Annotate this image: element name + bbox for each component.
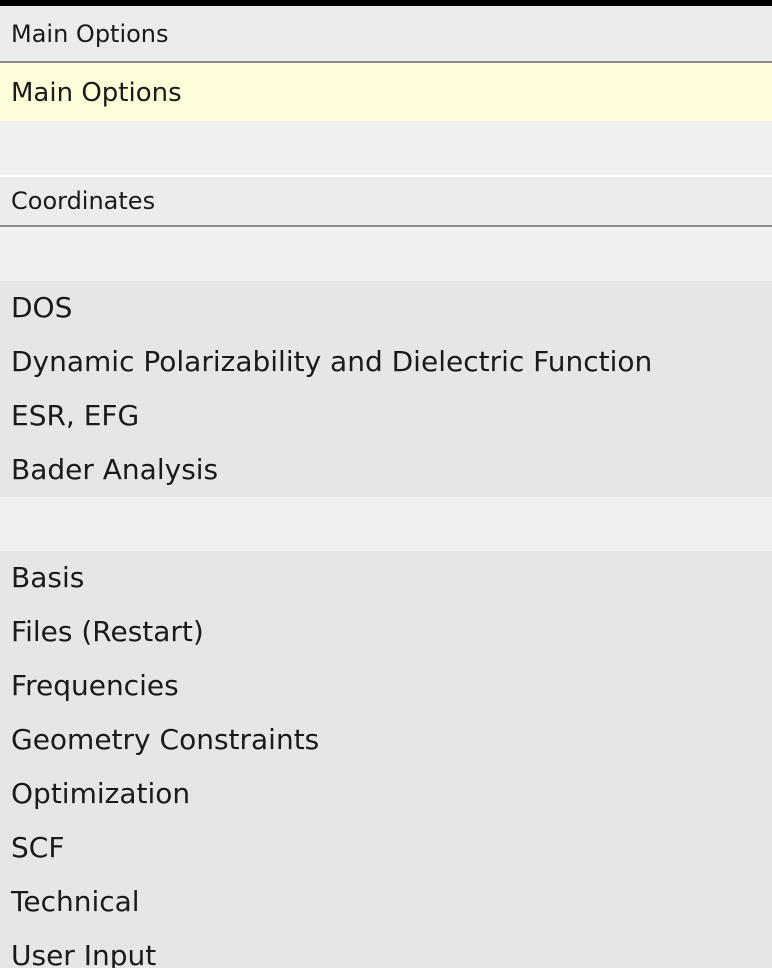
menu-item-user-input[interactable]: User Input	[0, 929, 772, 968]
menu-item-optimization[interactable]: Optimization	[0, 767, 772, 821]
section-header-main-options: Main Options	[0, 6, 772, 63]
menu-item-geometry-constraints[interactable]: Geometry Constraints	[0, 713, 772, 767]
menu-item-basis[interactable]: Basis	[0, 551, 772, 605]
menu-separator	[0, 227, 772, 281]
menu-item-esr-efg[interactable]: ESR, EFG	[0, 389, 772, 443]
menu-item-frequencies[interactable]: Frequencies	[0, 659, 772, 713]
menu-item-dynamic-polarizability[interactable]: Dynamic Polarizability and Dielectric Fu…	[0, 335, 772, 389]
options-menu: Main Options Main Options Coordinates DO…	[0, 0, 772, 968]
section-header-coordinates[interactable]: Coordinates	[0, 175, 772, 227]
menu-item-files-restart[interactable]: Files (Restart)	[0, 605, 772, 659]
menu-item-scf[interactable]: SCF	[0, 821, 772, 875]
menu-item-bader-analysis[interactable]: Bader Analysis	[0, 443, 772, 497]
menu-item-dos[interactable]: DOS	[0, 281, 772, 335]
details-group: Basis Files (Restart) Frequencies Geomet…	[0, 551, 772, 968]
menu-item-technical[interactable]: Technical	[0, 875, 772, 929]
menu-separator	[0, 121, 772, 175]
menu-item-main-options[interactable]: Main Options	[0, 63, 772, 121]
properties-group: DOS Dynamic Polarizability and Dielectri…	[0, 281, 772, 497]
menu-separator	[0, 497, 772, 551]
